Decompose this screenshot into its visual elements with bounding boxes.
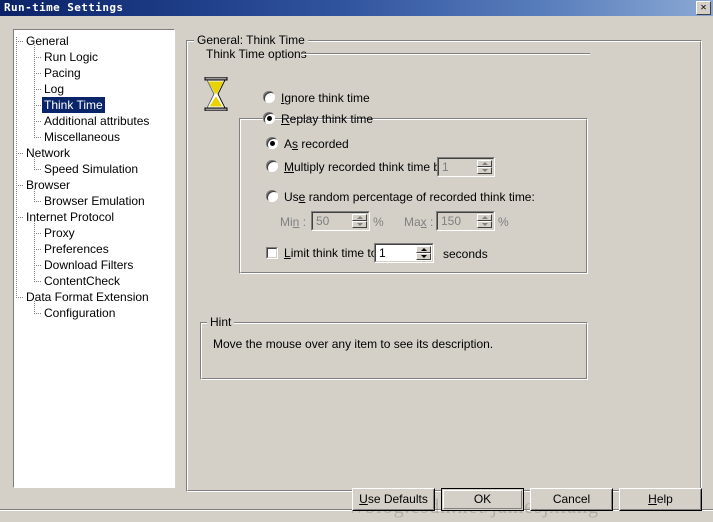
- tree-item-label: Browser Emulation: [44, 194, 145, 208]
- limit-think-time-spinner[interactable]: 1: [374, 243, 434, 263]
- tree-item-contentcheck[interactable]: ContentCheck: [42, 273, 122, 289]
- replay-think-time-radio-indicator[interactable]: [263, 112, 275, 124]
- limit-think-time-label: Limit think time to:: [284, 246, 381, 260]
- tree-item-preferences[interactable]: Preferences: [42, 241, 111, 257]
- close-button[interactable]: ✕: [696, 1, 711, 15]
- random-max-spin-down[interactable]: [477, 221, 492, 228]
- think-time-options-label: Think Time options: [206, 47, 307, 61]
- tree-item-label: Proxy: [44, 226, 75, 240]
- tree-item-browser[interactable]: Browser: [24, 177, 72, 193]
- tree-item-browser-emulation[interactable]: Browser Emulation: [42, 193, 147, 209]
- tree-item-pacing[interactable]: Pacing: [42, 65, 83, 81]
- replay-think-time-label: Replay think time: [281, 112, 374, 126]
- multiply-factor-value: 1: [442, 160, 449, 174]
- tree-item-speed-simulation[interactable]: Speed Simulation: [42, 161, 140, 177]
- help-button[interactable]: Help: [619, 488, 702, 511]
- tree-item-label: General: [26, 34, 69, 48]
- tree-item-additional-attributes[interactable]: Additional attributes: [42, 113, 151, 129]
- limit-think-time-spin-up[interactable]: [416, 246, 431, 253]
- tree-item-label: Additional attributes: [44, 114, 150, 128]
- tree-item-label: Data Format Extension: [26, 290, 149, 304]
- use-defaults-button-label: Use Defaults: [359, 492, 428, 506]
- limit-think-time-unit: seconds: [443, 247, 488, 261]
- hourglass-icon: [203, 76, 229, 112]
- multiply-think-time-label: Multiply recorded think time by:: [284, 160, 450, 174]
- close-icon: ✕: [700, 2, 707, 13]
- multiply-factor-spin-down[interactable]: [477, 167, 492, 174]
- random-max-spinner[interactable]: 150: [436, 211, 495, 231]
- tree-item-label: Browser: [26, 178, 71, 192]
- tree-item-think-time[interactable]: Think Time: [42, 97, 105, 113]
- use-defaults-button[interactable]: Use Defaults: [352, 488, 435, 511]
- tree-item-miscellaneous[interactable]: Miscellaneous: [42, 129, 122, 145]
- tree-item-label: Log: [44, 82, 65, 96]
- tree-item-data-format-extension[interactable]: Data Format Extension: [24, 289, 151, 305]
- think-time-options-rule: [302, 53, 590, 55]
- tree-item-label: Miscellaneous: [44, 130, 121, 144]
- ok-button-label: OK: [473, 492, 492, 506]
- tree-item-label: Network: [26, 146, 71, 160]
- cancel-button[interactable]: Cancel: [530, 488, 613, 511]
- random-max-unit: %: [498, 215, 509, 229]
- tree-item-label: ContentCheck: [44, 274, 121, 288]
- as-recorded-radio-indicator[interactable]: [266, 137, 278, 149]
- random-min-spin-down[interactable]: [352, 221, 367, 228]
- tree-item-label: Speed Simulation: [44, 162, 139, 176]
- tree-item-label: Pacing: [44, 66, 81, 80]
- tree-item-label: Think Time: [42, 97, 105, 113]
- random-max-label: Max :: [404, 215, 434, 229]
- random-min-spin-up[interactable]: [352, 214, 367, 221]
- random-min-spinner[interactable]: 50: [311, 211, 370, 231]
- limit-think-time-checkbox-indicator[interactable]: [266, 247, 278, 259]
- tree-item-internet-protocol[interactable]: Internet Protocol: [24, 209, 116, 225]
- tree-item-configuration[interactable]: Configuration: [42, 305, 117, 321]
- runtime-settings-dialog: Run-time Settings ✕ General Run Logic Paci…: [0, 0, 713, 522]
- hint-groupbox-title: Hint: [207, 316, 235, 329]
- page-groupbox-title: General: Think Time: [194, 34, 308, 47]
- tree-item-proxy[interactable]: Proxy: [42, 225, 77, 241]
- limit-think-time-spin-down[interactable]: [416, 253, 431, 260]
- help-button-label: Help: [648, 492, 673, 506]
- tree-item-label: Download Filters: [44, 258, 134, 272]
- use-random-percentage-label: Use random percentage of recorded think …: [284, 190, 535, 204]
- tree-item-label: Run Logic: [44, 50, 99, 64]
- random-max-value: 150: [441, 214, 462, 228]
- tree-item-network[interactable]: Network: [24, 145, 72, 161]
- tree-item-log[interactable]: Log: [42, 81, 66, 97]
- tree-item-label: Preferences: [44, 242, 109, 256]
- ok-button[interactable]: OK: [441, 488, 524, 511]
- random-max-spin-up[interactable]: [477, 214, 492, 221]
- replay-think-time-radio[interactable]: Replay think time: [263, 111, 373, 127]
- multiply-factor-spin-up[interactable]: [477, 160, 492, 167]
- multiply-think-time-radio-indicator[interactable]: [266, 160, 278, 172]
- cancel-button-label: Cancel: [552, 492, 591, 506]
- dialog-client-area: General Run Logic Pacing Log Think Time Addit…: [0, 16, 713, 522]
- tree-item-run-logic[interactable]: Run Logic: [42, 49, 100, 65]
- random-min-value: 50: [316, 214, 330, 228]
- use-random-percentage-radio-indicator[interactable]: [266, 190, 278, 202]
- tree-item-label: Internet Protocol: [26, 210, 115, 224]
- title-bar: Run-time Settings ✕: [0, 0, 713, 16]
- multiply-factor-spinner[interactable]: 1: [437, 157, 495, 177]
- tree-item-download-filters[interactable]: Download Filters: [42, 257, 135, 273]
- hint-groupbox: Hint Move the mouse over any item to see…: [200, 316, 588, 380]
- random-min-label: Min :: [280, 215, 307, 229]
- tree-item-label: Configuration: [44, 306, 116, 320]
- limit-think-time-value: 1: [379, 246, 386, 260]
- as-recorded-label: As recorded: [284, 137, 349, 151]
- ignore-think-time-radio-indicator[interactable]: [263, 91, 275, 103]
- random-min-unit: %: [373, 215, 384, 229]
- tree-item-general[interactable]: General: [24, 33, 71, 49]
- window-title: Run-time Settings: [4, 1, 124, 14]
- hint-text: Move the mouse over any item to see its …: [213, 337, 494, 351]
- settings-tree[interactable]: General Run Logic Pacing Log Think Time Addit…: [13, 29, 175, 488]
- ignore-think-time-label: Ignore think time: [281, 91, 370, 105]
